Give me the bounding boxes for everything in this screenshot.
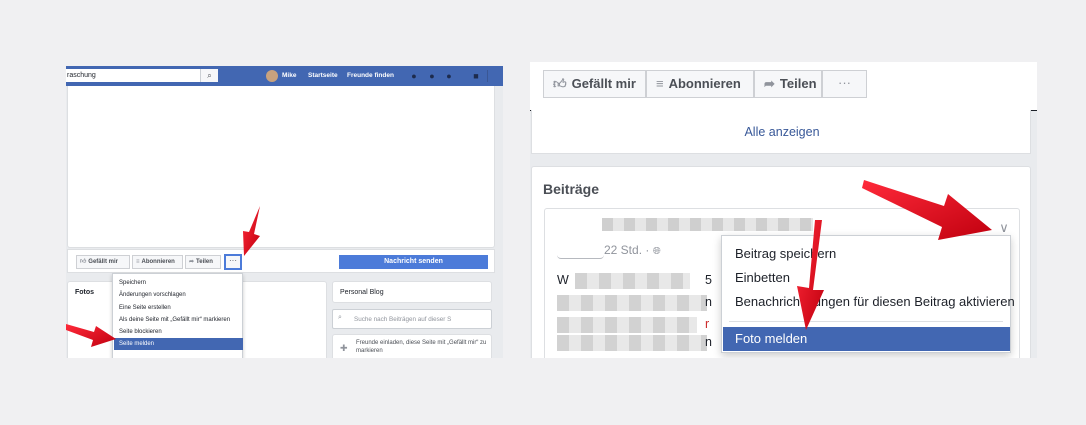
red-arrow-icon	[862, 180, 992, 240]
annotation-arrows-right	[797, 180, 992, 330]
left-screenshot-panel: raschung ⌕ Mike Startseite Freunde finde…	[66, 66, 503, 358]
red-arrow-icon	[66, 324, 116, 347]
red-arrow-icon	[243, 206, 260, 256]
red-arrow-icon	[797, 220, 824, 330]
annotation-arrows-left	[66, 206, 260, 347]
right-screenshot-panel: 👍︎ Gefällt mir ≡ Abonnieren ➦ Teilen ··· Al…	[530, 62, 1037, 358]
